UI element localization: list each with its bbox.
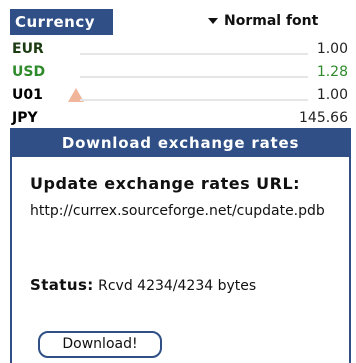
app-title[interactable]: Currency — [10, 9, 113, 35]
font-selector-label: Normal font — [224, 13, 319, 29]
rate-row-u01[interactable]: U01 1.00 — [12, 84, 348, 106]
status-value: Rcvd 4234/4234 bytes — [98, 278, 257, 294]
currency-code: USD — [12, 64, 46, 80]
row-divider — [80, 76, 308, 78]
url-heading: Update exchange rates URL: — [30, 174, 301, 193]
app-header: Currency Normal font — [0, 0, 356, 36]
update-url: http://currex.sourceforge.net/cupdate.pd… — [30, 203, 325, 219]
rate-row-jpy[interactable]: JPY 145.66 — [12, 107, 348, 129]
font-selector[interactable]: Normal font — [208, 9, 318, 33]
download-dialog: Download exchange rates Update exchange … — [10, 128, 351, 363]
currency-code: JPY — [12, 110, 38, 126]
dropdown-triangle-icon — [208, 18, 218, 24]
rate-value: 145.66 — [299, 110, 348, 126]
rate-value: 1.00 — [316, 87, 348, 103]
rate-row-usd[interactable]: USD 1.28 — [12, 61, 348, 83]
currency-code: EUR — [12, 41, 44, 57]
row-divider — [80, 53, 308, 55]
dialog-title: Download exchange rates — [12, 130, 349, 157]
currency-code: U01 — [12, 87, 43, 103]
rate-value: 1.28 — [316, 64, 348, 80]
status-line: Status: Rcvd 4234/4234 bytes — [30, 276, 256, 294]
rate-row-eur[interactable]: EUR 1.00 — [12, 38, 348, 60]
download-button[interactable]: Download! — [38, 331, 162, 358]
rate-value: 1.00 — [316, 41, 348, 57]
status-label: Status: — [30, 276, 94, 294]
row-divider — [80, 99, 308, 101]
